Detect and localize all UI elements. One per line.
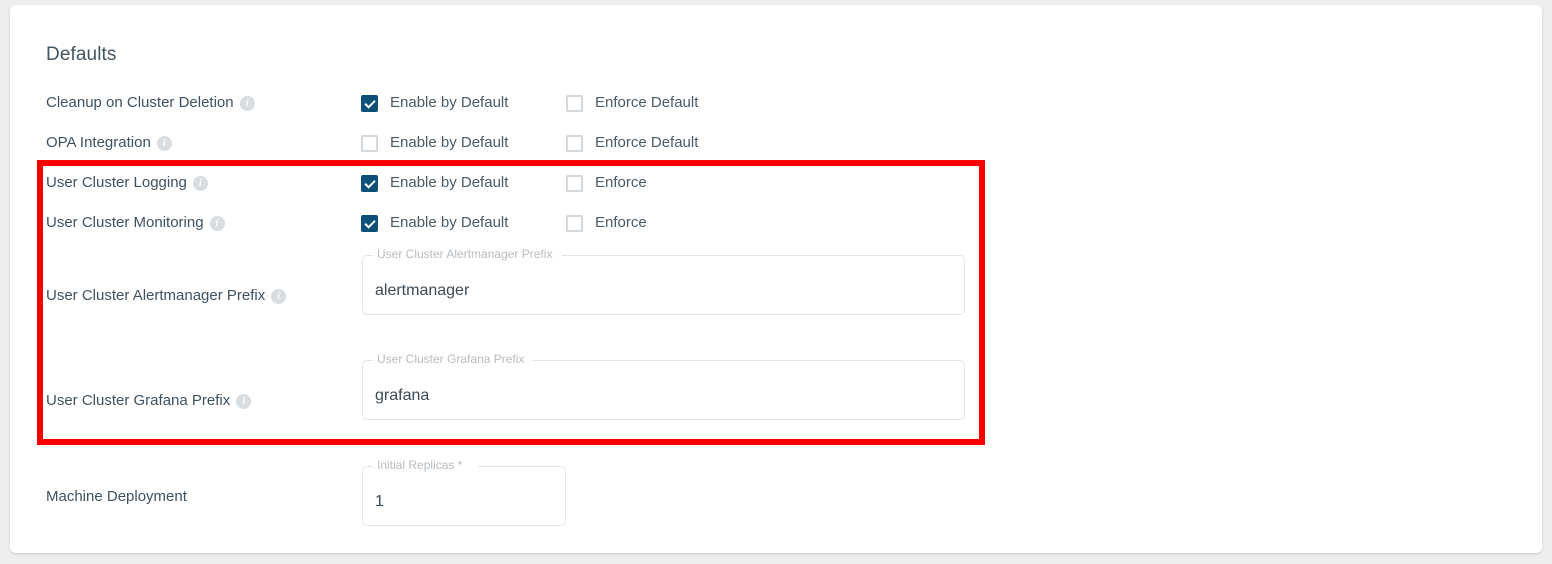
info-icon[interactable]: i [193, 176, 208, 191]
checkbox-box[interactable] [361, 215, 378, 232]
checkbox-box[interactable] [361, 175, 378, 192]
checkbox-box[interactable] [566, 215, 583, 232]
info-icon[interactable]: i [271, 289, 286, 304]
outline-trail [478, 466, 566, 526]
info-icon[interactable]: i [240, 96, 255, 111]
checkbox-enforce[interactable]: Enforce [566, 209, 647, 237]
field-value[interactable]: 1 [375, 492, 384, 512]
outline-trail [562, 255, 965, 315]
info-icon[interactable]: i [210, 216, 225, 231]
row-label-text: User Cluster Grafana Prefix [46, 392, 230, 409]
row-label-text: Machine Deployment [46, 488, 187, 505]
info-icon[interactable]: i [157, 136, 172, 151]
input-user-cluster-alertmanager-prefix[interactable]: User Cluster Alertmanager Prefix alertma… [362, 255, 965, 315]
outline-lead [362, 466, 373, 526]
row-label-text: User Cluster Alertmanager Prefix [46, 287, 265, 304]
checkbox-label: Enforce Default [595, 129, 698, 157]
row-user-cluster-logging: User Cluster Loggingi Enable by Default … [10, 169, 1542, 197]
checkbox-enforce-default[interactable]: Enforce Default [566, 129, 698, 157]
checkbox-enable-by-default[interactable]: Enable by Default [361, 209, 508, 237]
row-opa-integration: OPA Integration i Enable by Default Enfor… [10, 129, 1542, 157]
row-label-text: OPA Integration [46, 134, 151, 151]
input-user-cluster-grafana-prefix[interactable]: User Cluster Grafana Prefix grafana [362, 360, 965, 420]
info-icon[interactable]: i [236, 394, 251, 409]
checkbox-enforce[interactable]: Enforce [566, 169, 647, 197]
row-label: User Cluster Grafana Prefix i [46, 387, 251, 415]
checkbox-label: Enable by Default [390, 209, 508, 237]
checkbox-enforce-default[interactable]: Enforce Default [566, 89, 698, 117]
field-value[interactable]: alertmanager [375, 281, 469, 301]
checkbox-label: Enable by Default [390, 169, 508, 197]
checkbox-box[interactable] [361, 95, 378, 112]
row-machine-deployment: Machine Deployment [10, 483, 1542, 511]
field-label: Initial Replicas * [373, 458, 466, 472]
checkbox-enable-by-default[interactable]: Enable by Default [361, 169, 508, 197]
checkbox-box[interactable] [361, 135, 378, 152]
checkbox-box[interactable] [566, 95, 583, 112]
row-label: User Cluster Alertmanager Prefix i [46, 282, 286, 310]
checkbox-label: Enable by Default [390, 89, 508, 117]
field-outline [362, 466, 566, 526]
row-label-text: User Cluster Monitoring [46, 214, 204, 231]
checkbox-enable-by-default[interactable]: Enable by Default [361, 89, 508, 117]
field-value[interactable]: grafana [375, 386, 429, 406]
field-label: User Cluster Grafana Prefix [373, 352, 528, 366]
outline-trail [532, 360, 965, 420]
checkbox-label: Enforce [595, 169, 647, 197]
page-title: Defaults [46, 42, 117, 67]
row-label: Machine Deployment [46, 483, 187, 511]
checkbox-box[interactable] [566, 175, 583, 192]
defaults-settings-card: Defaults Cleanup on Cluster Deletion i En… [10, 5, 1542, 553]
checkbox-label: Enforce Default [595, 89, 698, 117]
checkbox-box[interactable] [566, 135, 583, 152]
checkbox-label: Enforce [595, 209, 647, 237]
row-label-text: User Cluster Logging [46, 174, 187, 191]
row-user-cluster-monitoring: User Cluster Monitoring i Enable by Defau… [10, 209, 1542, 237]
outline-lead [362, 255, 373, 315]
field-outline [362, 360, 965, 420]
outline-lead [362, 360, 373, 420]
field-label: User Cluster Alertmanager Prefix [373, 247, 556, 261]
checkbox-label: Enable by Default [390, 129, 508, 157]
row-label: User Cluster Logging i [46, 169, 208, 197]
row-label: User Cluster Monitoring i [46, 209, 225, 237]
input-initial-replicas[interactable]: Initial Replicas * 1 [362, 466, 566, 526]
row-label: OPA Integration i [46, 129, 172, 157]
row-label-text: Cleanup on Cluster Deletion [46, 94, 234, 111]
row-cleanup-on-cluster-deletion: Cleanup on Cluster Deletion i Enable by D… [10, 89, 1542, 117]
checkbox-enable-by-default[interactable]: Enable by Default [361, 129, 508, 157]
outline-notch [373, 466, 478, 526]
row-label: Cleanup on Cluster Deletion i [46, 89, 255, 117]
